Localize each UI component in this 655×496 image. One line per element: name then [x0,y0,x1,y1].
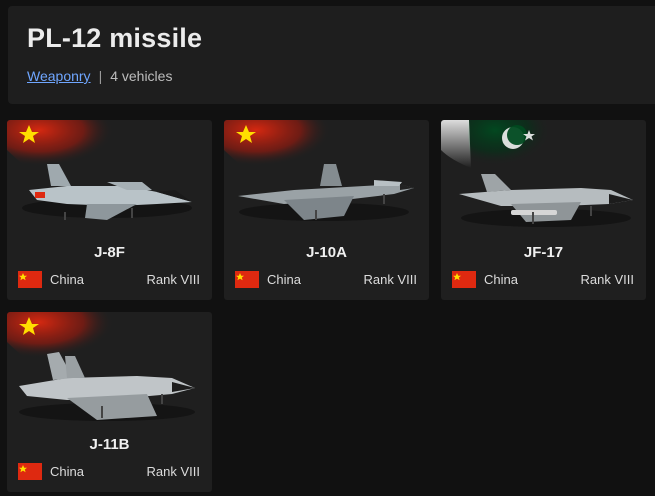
vehicle-country: China [50,272,84,287]
jf-17-aircraft-icon [459,174,633,227]
vehicle-rank: Rank VIII [146,464,200,479]
vehicle-name: J-8F [94,244,125,261]
vehicle-image-j-10a [224,120,414,221]
vehicle-card-jf-17[interactable]: JF-17 China Rank VIII [441,120,646,300]
china-flag-icon [18,271,42,288]
vehicle-name: J-11B [89,436,130,453]
j-11b-aircraft-icon [19,352,195,421]
vehicle-rank: Rank VIII [146,272,200,287]
breadcrumb-separator: | [98,68,103,84]
vehicle-country: China [484,272,518,287]
weaponry-link[interactable]: Weaponry [27,68,91,84]
vehicle-country: China [267,272,301,287]
vehicle-rank: Rank VIII [363,272,417,287]
vehicle-card-j-11b[interactable]: J-11B China Rank VIII [7,312,212,492]
vehicle-card-j-10a[interactable]: J-10A China Rank VIII [224,120,429,300]
vehicle-image-j-11b [7,312,195,421]
page-title: PL-12 missile [27,23,203,53]
china-banner-flag [224,120,331,171]
china-flag-icon [452,271,476,288]
j-8f-aircraft-icon [22,164,192,220]
vehicle-image-j-8f [7,120,192,220]
china-flag-icon [235,271,259,288]
china-flag-icon [18,463,42,480]
vehicle-name: J-10A [306,244,347,261]
j-10a-aircraft-icon [238,164,414,221]
vehicle-count: 4 vehicles [110,68,173,84]
breadcrumb: Weaponry | 4 vehicles [27,68,172,84]
china-banner-flag [7,120,114,171]
vehicle-name: JF-17 [523,244,564,261]
vehicle-card-j-8f[interactable]: J-8F China Rank VIII [7,120,212,300]
vehicle-country: China [50,464,84,479]
vehicle-rank: Rank VIII [580,272,634,287]
vehicle-image-jf-17 [441,120,633,227]
page-header: PL-12 missile Weaponry | 4 vehicles [8,6,655,104]
